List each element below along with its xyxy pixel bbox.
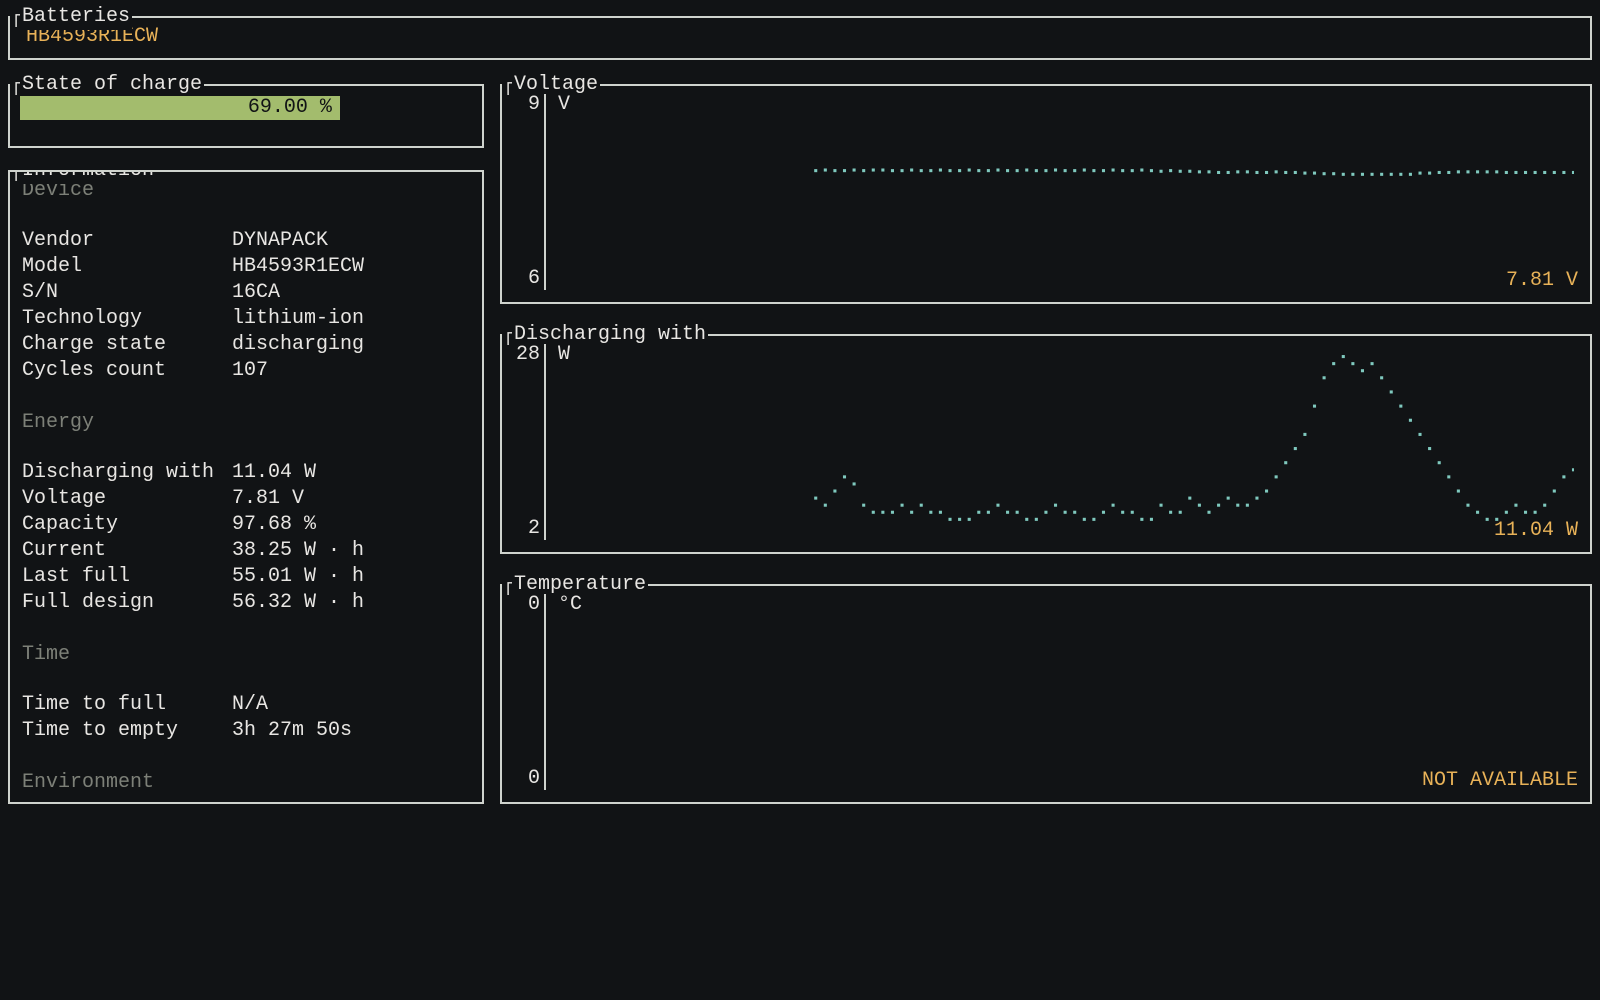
info-row: Time to empty3h 27m 50s xyxy=(22,718,470,744)
info-section-heading-time: Time xyxy=(22,642,470,668)
info-value: 97.68 % xyxy=(232,512,316,538)
soc-percent-label: 69.00 % xyxy=(248,95,332,121)
info-time-rows: Time to fullN/ATime to empty3h 27m 50s xyxy=(22,692,470,744)
y-axis-line xyxy=(544,594,546,790)
batteries-panel: ┌ Batteries HB4593R1ECW xyxy=(8,16,1592,60)
information-panel: ┌ Information Device VendorDYNAPACKModel… xyxy=(8,170,484,804)
info-key: Model xyxy=(22,254,232,280)
temperature-plot xyxy=(550,600,1574,784)
chart-current-reading: 7.81 V xyxy=(1506,268,1578,294)
info-value: 38.25 W · h xyxy=(232,538,364,564)
info-energy-rows: Discharging with11.04 WVoltage7.81 VCapa… xyxy=(22,460,470,616)
info-value: 7.81 V xyxy=(232,486,304,512)
info-row: Cycles count107 xyxy=(22,358,470,384)
ytick-max: 9 xyxy=(512,92,540,118)
info-key: Vendor xyxy=(22,228,232,254)
info-value: 55.01 W · h xyxy=(232,564,364,590)
info-key: Time to full xyxy=(22,692,232,718)
info-key: Last full xyxy=(22,564,232,590)
panel-title: Batteries xyxy=(20,4,132,30)
info-value: N/A xyxy=(232,692,268,718)
panel-title: Information xyxy=(20,170,156,184)
info-key: Cycles count xyxy=(22,358,232,384)
info-key: Capacity xyxy=(22,512,232,538)
ytick-min: 6 xyxy=(512,266,540,292)
chart-current-reading: 11.04 W xyxy=(1494,518,1578,544)
info-value: HB4593R1ECW xyxy=(232,254,364,280)
info-section-heading-environment: Environment xyxy=(22,770,470,796)
info-key: Current xyxy=(22,538,232,564)
info-row: S/N16CA xyxy=(22,280,470,306)
info-value: DYNAPACK xyxy=(232,228,328,254)
info-row: Technologylithium-ion xyxy=(22,306,470,332)
info-key: Technology xyxy=(22,306,232,332)
soc-bar-track: 69.00 % xyxy=(20,96,472,120)
y-axis-line xyxy=(544,94,546,290)
discharge-chart-panel: ┌ Discharging with 28 2 W 11.04 W xyxy=(500,334,1592,554)
ytick-min: 0 xyxy=(512,766,540,792)
info-row: Last full55.01 W · h xyxy=(22,564,470,590)
info-key: Discharging with xyxy=(22,460,232,486)
ytick-min: 2 xyxy=(512,516,540,542)
info-row: Charge statedischarging xyxy=(22,332,470,358)
voltage-chart-panel: ┌ Voltage 9 6 V 7.81 V xyxy=(500,84,1592,304)
soc-bar-fill: 69.00 % xyxy=(20,96,340,120)
info-key: S/N xyxy=(22,280,232,306)
state-of-charge-panel: ┌ State of charge 69.00 % xyxy=(8,84,484,148)
info-row: ModelHB4593R1ECW xyxy=(22,254,470,280)
info-key: Time to empty xyxy=(22,718,232,744)
info-key: Charge state xyxy=(22,332,232,358)
info-row: Discharging with11.04 W xyxy=(22,460,470,486)
discharge-plot xyxy=(550,350,1574,534)
info-row: Voltage7.81 V xyxy=(22,486,470,512)
info-section-heading-energy: Energy xyxy=(22,410,470,436)
info-device-rows: VendorDYNAPACKModelHB4593R1ECWS/N16CATec… xyxy=(22,228,470,384)
voltage-plot xyxy=(550,100,1574,284)
info-value: 107 xyxy=(232,358,268,384)
panel-title: State of charge xyxy=(20,72,204,98)
info-row: Current38.25 W · h xyxy=(22,538,470,564)
info-row: VendorDYNAPACK xyxy=(22,228,470,254)
info-value: 3h 27m 50s xyxy=(232,718,352,744)
info-value: discharging xyxy=(232,332,364,358)
chart-current-reading: NOT AVAILABLE xyxy=(1422,768,1578,794)
info-value: 56.32 W · h xyxy=(232,590,364,616)
info-value: 11.04 W xyxy=(232,460,316,486)
info-key: Full design xyxy=(22,590,232,616)
ytick-max: 28 xyxy=(512,342,540,368)
battery-list-item[interactable]: HB4593R1ECW xyxy=(22,24,1578,50)
y-axis-line xyxy=(544,344,546,540)
info-row: Capacity97.68 % xyxy=(22,512,470,538)
info-row: Full design56.32 W · h xyxy=(22,590,470,616)
info-value: 16CA xyxy=(232,280,280,306)
ytick-max: 0 xyxy=(512,592,540,618)
info-row: Time to fullN/A xyxy=(22,692,470,718)
temperature-chart-panel: ┌ Temperature 0 0 °C NOT AVAILABLE xyxy=(500,584,1592,804)
info-value: lithium-ion xyxy=(232,306,364,332)
info-key: Voltage xyxy=(22,486,232,512)
